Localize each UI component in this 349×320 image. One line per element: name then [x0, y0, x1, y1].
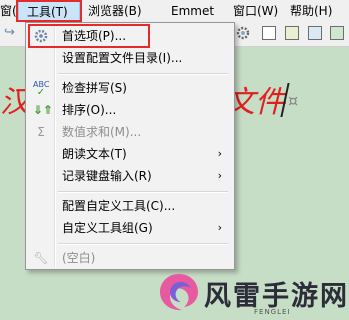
menu-item-spellcheck[interactable]: ABC ✓ 检查拼写(S): [28, 77, 232, 99]
spellcheck-icon: ABC ✓: [33, 80, 50, 98]
wrench-icon: 🔧︎: [33, 251, 49, 265]
menu-item-sum[interactable]: Σ 数值求和(M)...: [28, 121, 232, 143]
preview-icon[interactable]: [330, 26, 344, 40]
menu-separator: [58, 191, 228, 193]
redo-icon[interactable]: ↪: [4, 26, 18, 40]
menu-item-tool-groups[interactable]: 自定义工具组(G) ›: [28, 217, 232, 239]
chevron-right-icon: ›: [217, 169, 222, 182]
menu-separator: [58, 73, 228, 75]
tools-dropdown-menu: 首选项(P)... 设置配置文件目录(I)... ABC ✓ 检查拼写(S) ⇓⇑…: [25, 22, 235, 270]
menu-item-set-profile-dir[interactable]: 设置配置文件目录(I)...: [28, 47, 232, 69]
watermark: 风雷手游网 FENGLEI: [156, 268, 347, 320]
menu-item-read-aloud[interactable]: 朗读文本(T) ›: [28, 143, 232, 165]
settings-icon[interactable]: [236, 26, 250, 40]
cursor-icon: ¤: [288, 91, 299, 110]
list-view-icon[interactable]: [262, 26, 276, 40]
watermark-subtitle: FENGLEI: [254, 308, 291, 316]
menu-separator: [58, 243, 228, 245]
table-view-icon[interactable]: [285, 26, 299, 40]
sum-icon: Σ: [37, 125, 45, 139]
menu-item-empty[interactable]: 🔧︎ (空白): [28, 247, 232, 269]
image-view-icon[interactable]: [308, 26, 322, 40]
menu-highlight-box: [16, 0, 82, 22]
chevron-right-icon: ›: [217, 221, 222, 234]
chevron-right-icon: ›: [217, 147, 222, 160]
menu-item-record-keys[interactable]: 记录键盘输入(R) ›: [28, 165, 232, 187]
menu-item-config-tools[interactable]: 配置自定义工具(C)...: [28, 195, 232, 217]
menu-browser[interactable]: 浏览器(B): [88, 0, 142, 22]
sort-icon: ⇓⇑: [33, 103, 54, 117]
menu-emmet[interactable]: Emmet: [171, 0, 214, 22]
menu-window[interactable]: 窗口(W): [233, 0, 278, 22]
menu-bar: 窗(F) 工具(T) 浏览器(B) Emmet 窗口(W) 帮助(H): [0, 0, 349, 23]
menu-item-sort[interactable]: ⇓⇑ 排序(O)...: [28, 99, 232, 121]
menu-help[interactable]: 帮助(H): [290, 0, 332, 22]
watermark-logo: [160, 274, 198, 311]
preferences-highlight-box: [28, 24, 150, 48]
